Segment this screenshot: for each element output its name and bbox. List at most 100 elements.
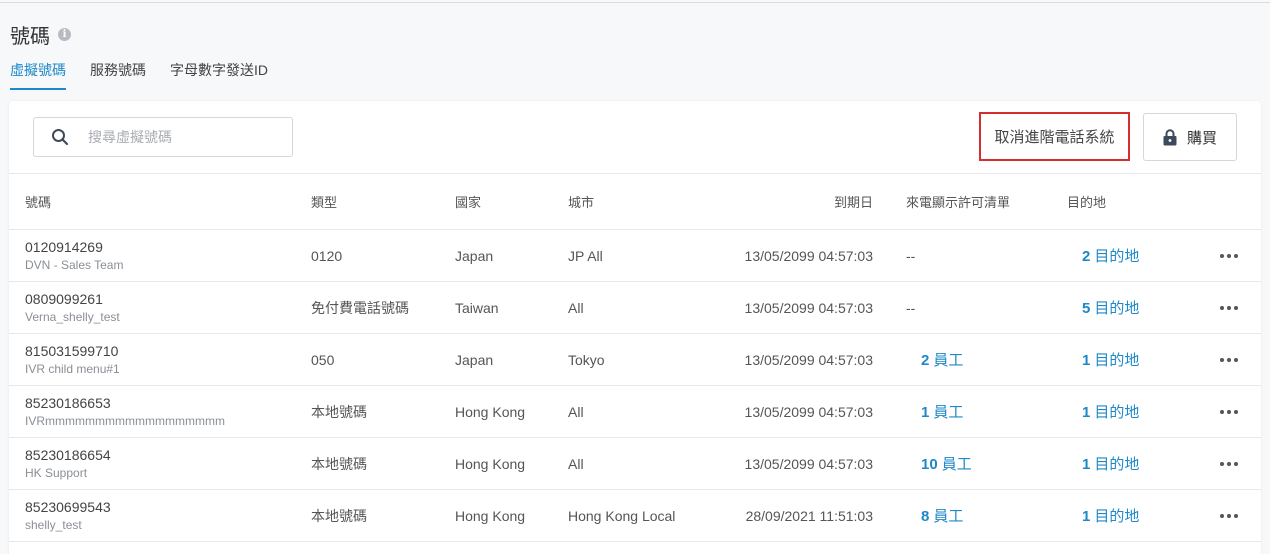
caller-cell: -- [906, 230, 915, 281]
destination-count: 1 [1082, 508, 1091, 525]
info-icon[interactable]: i [58, 28, 71, 41]
table-row[interactable]: 0120914269 DVN - Sales Team 0120 Japan JP Al… [9, 230, 1261, 282]
destination-link[interactable]: 1 目的地 [1082, 505, 1139, 526]
city-cell: All [568, 299, 584, 316]
destination-cell: 1 目的地 [1067, 334, 1139, 385]
destination-link[interactable]: 5 目的地 [1082, 297, 1139, 318]
number-cell: 815031599710 IVR child menu#1 [25, 334, 120, 385]
type-cell: 本地號碼 [311, 403, 367, 420]
number-value: 85230186654 [25, 447, 111, 463]
expiry-cell: 13/05/2099 04:57:03 [744, 299, 873, 316]
city-cell: All [568, 403, 584, 420]
more-options-icon[interactable] [1217, 230, 1241, 281]
expiry-cell: 13/05/2099 04:57:03 [744, 247, 873, 264]
country-cell: Hong Kong [455, 507, 526, 524]
country-cell: Hong Kong [455, 455, 526, 472]
header-country[interactable]: 國家 [455, 174, 481, 229]
buy-button[interactable]: 購買 [1143, 113, 1237, 161]
destination-unit: 目的地 [1094, 508, 1140, 525]
number-cell: 0120914269 DVN - Sales Team [25, 230, 123, 281]
header-caller-id-allowlist[interactable]: 來電顯示許可清單 [906, 174, 1010, 229]
city-cell: JP All [568, 247, 603, 264]
caller-allowlist-link[interactable]: 2 員工 [921, 349, 963, 370]
destination-cell: 1 目的地 [1067, 386, 1139, 437]
destination-count: 5 [1082, 300, 1091, 317]
destination-count: 1 [1082, 352, 1091, 369]
more-options-icon[interactable] [1217, 386, 1241, 437]
country-cell: Taiwan [455, 299, 499, 316]
caller-allowlist-link[interactable]: 10 員工 [921, 453, 972, 474]
number-description: IVR child menu#1 [25, 362, 120, 376]
caller-allowlist-link[interactable]: 1 員工 [921, 401, 963, 422]
table-row[interactable]: 0809099261 Verna_shelly_test 免付費電話號碼 Taiwan… [9, 282, 1261, 334]
more-options-icon[interactable] [1217, 438, 1241, 489]
top-divider [0, 2, 1270, 3]
search-icon [40, 117, 80, 157]
number-value: 85230186653 [25, 395, 111, 411]
caller-unit: 員工 [933, 508, 964, 525]
page-title-text: 號碼 [10, 26, 50, 48]
search-box [33, 117, 293, 157]
tab-virtual-numbers[interactable]: 虛擬號碼 [10, 60, 66, 90]
search-input[interactable] [88, 129, 278, 145]
caller-cell: -- [906, 282, 915, 333]
table-row[interactable]: 85230186653 IVRmmmmmmmmmmmmmmmmmm 本地號碼 Hong… [9, 386, 1261, 438]
header-destination[interactable]: 目的地 [1067, 174, 1106, 229]
number-description: Verna_shelly_test [25, 310, 120, 324]
caller-unit: 員工 [941, 456, 972, 473]
caller-count: 10 [921, 456, 938, 473]
cancel-advanced-phone-system-button[interactable]: 取消進階電話系統 [979, 112, 1130, 161]
caller-unit: 員工 [933, 352, 964, 369]
header-number[interactable]: 號碼 [25, 174, 51, 229]
tab-alphanumeric-sender-id[interactable]: 字母數字發送ID [170, 60, 268, 90]
type-cell: 050 [311, 351, 335, 368]
caller-empty: -- [906, 247, 916, 264]
number-description: shelly_test [25, 518, 82, 532]
more-options-icon[interactable] [1217, 334, 1241, 385]
destination-cell: 5 目的地 [1067, 282, 1139, 333]
numbers-card: 取消進階電話系統 購買 號碼 類型 國家 城市 到期日 來電顯示許可清單 目的地… [9, 101, 1261, 554]
header-city[interactable]: 城市 [568, 174, 594, 229]
city-cell: All [568, 455, 584, 472]
tab-service-numbers[interactable]: 服務號碼 [90, 60, 146, 90]
destination-count: 1 [1082, 404, 1091, 421]
table-row[interactable]: 85230186654 HK Support 本地號碼 Hong Kong All 13/… [9, 438, 1261, 490]
destination-link[interactable]: 2 目的地 [1082, 245, 1139, 266]
destination-unit: 目的地 [1094, 248, 1140, 265]
caller-cell: 1 員工 [906, 386, 963, 437]
destination-unit: 目的地 [1094, 456, 1140, 473]
caller-cell: 2 員工 [906, 334, 963, 385]
lock-icon [1163, 128, 1177, 146]
number-cell: 85230699543 shelly_test [25, 490, 111, 541]
destination-link[interactable]: 1 目的地 [1082, 349, 1139, 370]
number-description: DVN - Sales Team [25, 258, 124, 272]
destination-link[interactable]: 1 目的地 [1082, 453, 1139, 474]
country-cell: Hong Kong [455, 403, 526, 420]
table-row[interactable]: 815031599710 IVR child menu#1 050 Japan Toky… [9, 334, 1261, 386]
type-cell: 本地號碼 [311, 507, 367, 524]
number-value: 0809099261 [25, 291, 103, 307]
caller-cell: 10 員工 [906, 438, 972, 489]
destination-unit: 目的地 [1094, 404, 1140, 421]
expiry-cell: 28/09/2021 11:51:03 [745, 507, 873, 524]
caller-count: 1 [921, 404, 930, 421]
type-cell: 免付費電話號碼 [311, 299, 409, 316]
header-expiry[interactable]: 到期日 [834, 174, 873, 229]
destination-count: 1 [1082, 456, 1091, 473]
more-options-icon[interactable] [1217, 490, 1241, 541]
more-options-icon[interactable] [1217, 282, 1241, 333]
expiry-cell: 13/05/2099 04:57:03 [744, 455, 873, 472]
header-type[interactable]: 類型 [311, 174, 337, 229]
table-row[interactable]: 85230699543 shelly_test 本地號碼 Hong Kong Hong … [9, 490, 1261, 542]
number-value: 0120914269 [25, 239, 103, 255]
type-cell: 本地號碼 [311, 455, 367, 472]
destination-unit: 目的地 [1094, 300, 1140, 317]
destination-link[interactable]: 1 目的地 [1082, 401, 1139, 422]
caller-allowlist-link[interactable]: 8 員工 [921, 505, 963, 526]
caller-cell: 8 員工 [906, 490, 963, 541]
destination-cell: 1 目的地 [1067, 490, 1139, 541]
table-header: 號碼 類型 國家 城市 到期日 來電顯示許可清單 目的地 [9, 173, 1261, 230]
city-cell: Hong Kong Local [568, 507, 676, 524]
destination-cell: 2 目的地 [1067, 230, 1139, 281]
expiry-cell: 13/05/2099 04:57:03 [744, 403, 873, 420]
